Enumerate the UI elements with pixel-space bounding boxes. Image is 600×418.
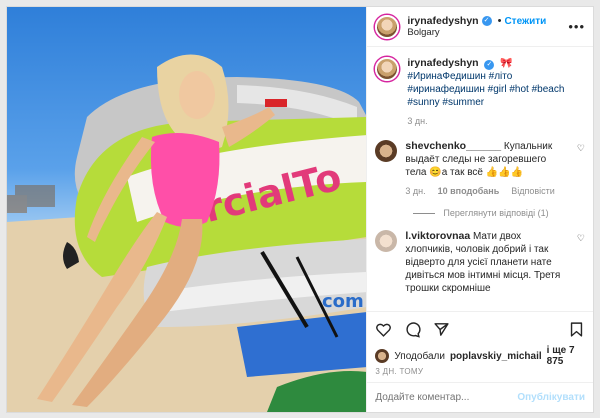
comment-item: l.viktorovnaa Мати двох хлопчиків, чолов… [375, 230, 585, 295]
view-replies[interactable]: Переглянути відповіді (1) [413, 208, 585, 218]
commenter-avatar[interactable] [375, 140, 398, 162]
caption-hashtags[interactable]: #иринафедишин #girl #hot #beach [407, 84, 564, 95]
comment-age[interactable]: 3 дн. [405, 185, 425, 198]
post-actions [367, 311, 593, 347]
share-plane-icon[interactable] [433, 321, 450, 338]
caption-hashtags[interactable]: #sunny #summer [407, 97, 484, 108]
publish-button[interactable]: Опублікувати [517, 392, 585, 403]
verified-badge-icon: ✓ [484, 60, 495, 70]
float-brand-text-2: com [322, 291, 364, 312]
bookmark-icon[interactable] [568, 321, 585, 338]
liker-avatar[interactable] [375, 349, 390, 363]
post-header: irynafedyshyn ✓ • Стежити Bolgary ••• [367, 7, 593, 47]
comment-item: shevchenko______ Купальник выдаёт следы … [375, 140, 585, 198]
caption-username[interactable]: irynafedyshyn [407, 57, 478, 69]
post-location[interactable]: Bolgary [407, 27, 546, 38]
comment-likes[interactable]: 10 вподобань [438, 185, 500, 198]
likes-summary: Уподобали poplavskiy_michail і ще 7 875 [367, 345, 593, 367]
liked-by-user[interactable]: poplavskiy_michail [450, 351, 542, 362]
like-heart-icon[interactable] [375, 321, 392, 338]
comment-bubble-icon[interactable] [404, 321, 421, 338]
post-timestamp[interactable]: 3 ДН. ТОМУ [367, 365, 593, 382]
liked-by-prefix: Уподобали [394, 350, 445, 362]
comment-like-heart-icon[interactable]: ♡ [577, 143, 585, 198]
follow-button[interactable]: Стежити [504, 16, 546, 27]
separator-dot: • [497, 15, 502, 27]
comment-username[interactable]: l.viktorovnaa [405, 230, 470, 242]
view-replies-label[interactable]: Переглянути відповіді (1) [443, 208, 548, 218]
post-dialog: ercialTo com irynafedyshyn ✓ • Стежити B… [6, 6, 594, 413]
more-options-icon[interactable]: ••• [568, 19, 585, 34]
replies-line [413, 212, 436, 214]
reply-button[interactable]: Відповісти [511, 185, 555, 198]
comment-username[interactable]: shevchenko______ [405, 140, 501, 152]
commenter-avatar[interactable] [375, 230, 398, 252]
caption-hashtags[interactable]: #ИринаФедишин #літо [407, 71, 512, 82]
post-sidebar: irynafedyshyn ✓ • Стежити Bolgary ••• ir… [366, 7, 593, 412]
post-photo[interactable]: ercialTo com [7, 7, 367, 412]
liked-by-count[interactable]: і ще 7 875 [547, 345, 585, 367]
comment-like-heart-icon[interactable]: ♡ [577, 233, 585, 295]
caption: irynafedyshyn ✓ 🎀 #ИринаФедишин #літо #и… [375, 57, 585, 128]
photo-illustration: ercialTo com [7, 54, 367, 412]
verified-badge-icon: ✓ [481, 16, 492, 26]
ribbon-emoji: 🎀 [500, 58, 513, 69]
comment-input[interactable] [375, 392, 510, 403]
add-comment-bar: Опублікувати [367, 382, 593, 412]
author-avatar[interactable] [375, 14, 400, 39]
author-username[interactable]: irynafedyshyn [407, 15, 478, 27]
caption-age[interactable]: 3 дн. [407, 115, 427, 128]
comments-list[interactable]: irynafedyshyn ✓ 🎀 #ИринаФедишин #літо #и… [367, 47, 593, 311]
caption-avatar[interactable] [375, 57, 400, 81]
